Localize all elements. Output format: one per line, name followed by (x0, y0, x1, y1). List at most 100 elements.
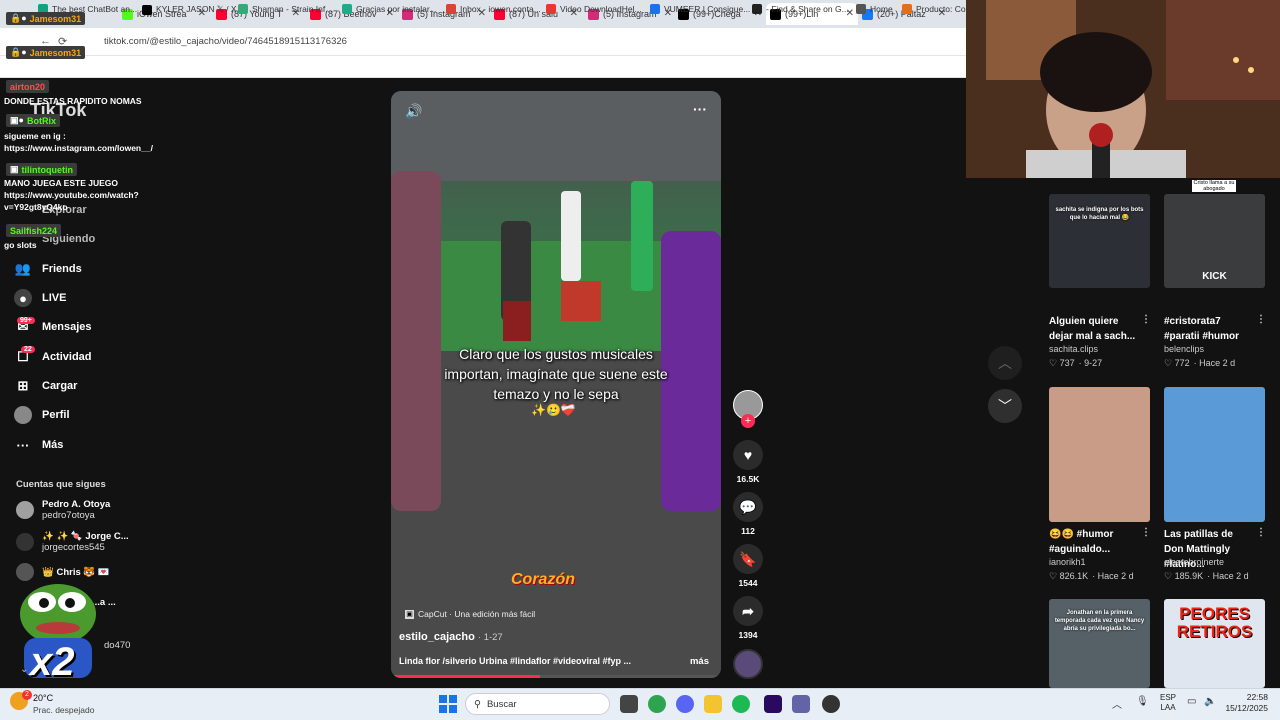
nav-perfil[interactable]: Perfil (14, 406, 70, 424)
volume-tray-icon[interactable]: 🔈 (1204, 696, 1216, 707)
recommended-title[interactable]: Alguien quiere dejar mal a sach... (1049, 314, 1139, 344)
more-vertical-icon[interactable]: ⋮ (1141, 314, 1151, 325)
windows-start-icon[interactable] (439, 695, 457, 713)
thumbnail-overlay-text: PEORES RETIROS (1176, 604, 1253, 641)
more-vertical-icon[interactable]: ⋮ (1256, 314, 1266, 325)
bookmark-icon (546, 4, 556, 14)
chat-message: go slots (4, 240, 37, 250)
language-indicator[interactable]: ESP LAA (1160, 693, 1176, 713)
recommended-thumbnail[interactable] (1164, 387, 1265, 522)
bookmark-item[interactable]: Video DownloadHel... (546, 4, 642, 14)
search-icon: ⚲ (474, 698, 481, 710)
caption-emojis: ✨🥲❤️‍🩹 (531, 403, 576, 417)
recommended-thumbnail[interactable]: PEORES RETIROS (1164, 599, 1265, 688)
discord-icon[interactable] (676, 695, 694, 713)
recommended-thumbnail[interactable]: Jonathan en la primera temporada cada ve… (1049, 599, 1150, 688)
more-link[interactable]: más (690, 656, 709, 667)
bookmark-icon (142, 4, 152, 15)
thumbnail-overlay-text: sachita se indigna por los bots que lo h… (1055, 207, 1144, 221)
bookmark-item[interactable]: Gracias por instalar... (342, 4, 436, 14)
nav-mas[interactable]: ··· Más (14, 436, 64, 454)
weather-desc: Prac. despejado (33, 705, 95, 715)
microphone-icon[interactable]: 🎙 (1136, 696, 1149, 707)
bookmark-icon (650, 4, 660, 14)
clock[interactable]: 22:58 15/12/2025 (1218, 692, 1268, 714)
obs-icon[interactable] (822, 695, 840, 713)
chrome-icon[interactable] (648, 695, 666, 713)
thumbnail-overlay-text: Jonathan en la primera temporada cada ve… (1054, 610, 1145, 632)
chat-username: ▣ tilintoquetin (6, 163, 78, 176)
bookmark-item[interactable]: Home (856, 4, 893, 14)
bookmark-item[interactable]: KYLER JASON 𝕏 / X (142, 4, 237, 15)
bookmark-item[interactable]: VUMEER | Consigue... (650, 4, 750, 14)
share-button[interactable]: ➦ 1394 (733, 596, 763, 640)
webcam-overlay (966, 0, 1280, 178)
profile-icon (14, 406, 32, 424)
bookmark-button[interactable]: 🔖 1544 (733, 544, 763, 588)
teams-icon[interactable] (792, 695, 810, 713)
heart-icon: ♥ (733, 440, 763, 470)
bookmark-icon (856, 4, 866, 14)
recommended-user[interactable]: belenclips (1164, 344, 1204, 354)
recommended-title[interactable]: 😆😆 #humor #aguinaldo... (1049, 527, 1139, 557)
chat-message: DONDE ESTAS RAPIDITO NOMAS (4, 96, 142, 106)
taskbar-search[interactable]: ⚲ Buscar (465, 693, 610, 715)
bookmark-item[interactable]: Shaman - Strain Inf... (238, 4, 332, 14)
video-progress-track[interactable] (391, 675, 721, 678)
music-disc-icon[interactable] (733, 649, 763, 679)
recommended-user[interactable]: elcerebroinerte (1164, 557, 1224, 567)
more-options-icon[interactable]: ··· (693, 101, 707, 117)
video-player[interactable]: 🔊 ··· Claro que los gustos musicales imp… (391, 91, 721, 678)
recommended-user[interactable]: sachita.clips (1049, 344, 1098, 354)
chat-username: 🔒● Jamesom31 (6, 46, 86, 59)
recommended-stats: ♡ 737 · 9-27 (1049, 358, 1103, 368)
chevron-down-icon[interactable]: ⌄ (20, 664, 28, 675)
file-explorer-icon[interactable] (704, 695, 722, 713)
recommended-stats: ♡ 826.1K · Hace 2 d (1049, 571, 1134, 581)
bookmark-item[interactable]: Inbox - iowen.conta... (446, 4, 541, 14)
like-button[interactable]: ♥ 16.5K (733, 440, 763, 484)
recommended-user[interactable]: ianorikh1 (1049, 557, 1086, 567)
comment-button[interactable]: 💬 112 (733, 492, 763, 536)
capcut-icon: ▣ (405, 609, 414, 619)
nav-friends[interactable]: 👥 Friends (14, 260, 82, 278)
volume-icon[interactable]: 🔊 (405, 103, 422, 120)
more-vertical-icon[interactable]: ⋮ (1256, 527, 1266, 538)
following-item[interactable]: ✨ ✨ 🍬 Jorge C... jorgecortes545 (16, 531, 129, 553)
spotify-icon[interactable] (732, 695, 750, 713)
weather-temp[interactable]: 20°C (33, 693, 53, 703)
following-item-handle: do470 (104, 640, 131, 651)
following-item[interactable]: Pedro A. Otoya pedro7otoya (16, 499, 110, 521)
nav-live[interactable]: ● LIVE (14, 289, 66, 307)
bookmark-item[interactable]: Producto: Coll (902, 4, 969, 14)
messages-badge: 99+ (17, 317, 35, 324)
avatar (16, 533, 34, 551)
url-input[interactable]: tiktok.com/@estilo_cajacho/video/7464518… (96, 33, 796, 51)
weather-badge: 2 (22, 690, 32, 700)
follow-plus-icon[interactable]: + (741, 414, 755, 428)
video-author[interactable]: estilo_cajacho · 1-27 (399, 631, 503, 643)
recommended-thumbnail[interactable]: KICK (1164, 194, 1265, 288)
upload-icon: ⊞ (17, 378, 29, 393)
tray-chevron-icon[interactable]: ︿ (1112, 696, 1122, 711)
capcut-badge[interactable]: ▣ CapCut · Una edición más fácil (405, 609, 535, 619)
nav-cargar[interactable]: ⊞ Cargar (14, 377, 78, 395)
chat-username: ▣● BotRix (6, 114, 60, 127)
task-view-icon[interactable] (620, 695, 638, 713)
bookmark-icon (752, 4, 762, 14)
recommended-title[interactable]: #cristorata7 #paratii #humor (1164, 314, 1254, 344)
premiere-icon[interactable] (764, 695, 782, 713)
corazon-sticker: Corazón (511, 571, 575, 588)
bookmark-item[interactable]: - Find & Share on G... (752, 4, 849, 14)
live-icon: ● (14, 289, 32, 307)
recommended-thumbnail[interactable] (1049, 387, 1150, 522)
bookmark-icon (446, 4, 456, 14)
x2-overlay: x2 (30, 640, 75, 684)
network-icon[interactable]: ▭ (1187, 696, 1196, 707)
more-icon: ··· (16, 437, 30, 453)
previous-video-button[interactable]: ︿ (988, 346, 1022, 380)
next-video-button[interactable]: ﹀ (988, 389, 1022, 423)
chat-message: MANO JUEGA ESTE JUEGO https://www.youtub… (4, 178, 139, 212)
more-vertical-icon[interactable]: ⋮ (1141, 527, 1151, 538)
recommended-thumbnail[interactable]: sachita se indigna por los bots que lo h… (1049, 194, 1150, 288)
